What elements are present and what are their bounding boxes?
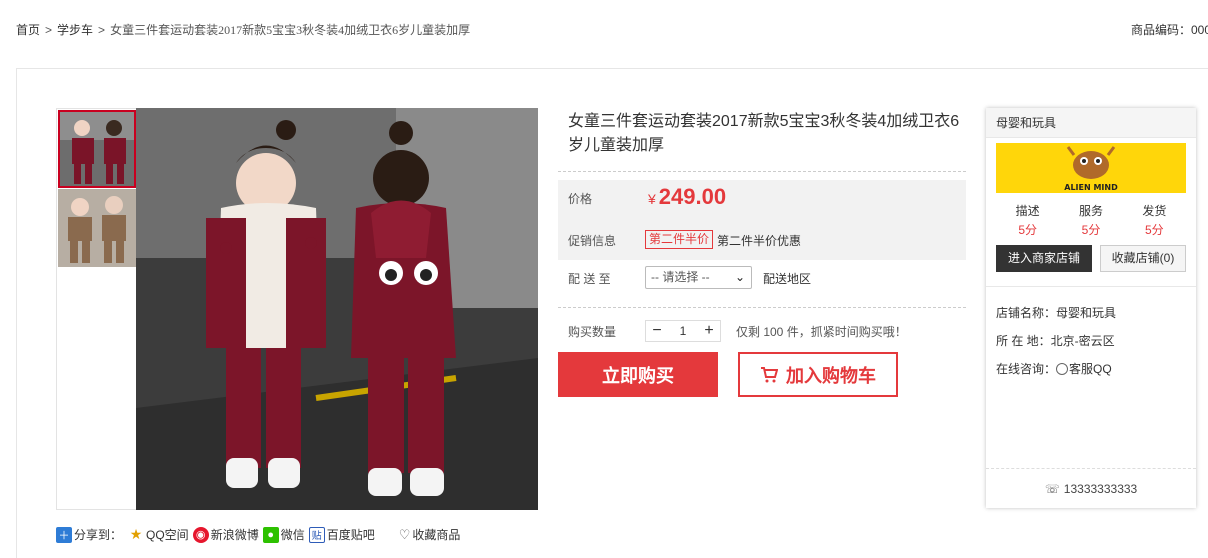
- star-icon: ★: [129, 526, 143, 542]
- share-label: 分享到：: [74, 528, 123, 542]
- phone-icon: ☏: [1044, 482, 1060, 496]
- promo-text: 第二件半价优惠: [717, 234, 802, 248]
- score-value: 5分: [1081, 223, 1101, 237]
- product-code: 商品编码：000: [1131, 23, 1208, 37]
- qq-icon: [1056, 363, 1069, 375]
- score-shipping: 发货 5分: [1142, 202, 1166, 238]
- wechat-icon: ●: [262, 526, 279, 543]
- store-consult-row: 在线咨询： 客服QQ: [996, 360, 1112, 377]
- delivery-label: 配 送 至: [568, 272, 611, 286]
- main-product-image: [136, 108, 538, 510]
- breadcrumb-category[interactable]: 学步车: [57, 23, 93, 37]
- shop-logo-text: ALIEN MIND: [1064, 183, 1118, 192]
- tieba-icon: 贴: [308, 526, 325, 543]
- add-to-cart-label: 加入购物车: [786, 365, 876, 386]
- thumbnail-list: [56, 108, 137, 510]
- share-weibo-label: 新浪微博: [210, 528, 259, 542]
- price-label: 价格: [568, 192, 593, 206]
- product-photo: [136, 108, 538, 510]
- phone-number: 13333333333: [1063, 482, 1138, 496]
- thumbnail-2[interactable]: [58, 189, 136, 267]
- delivery-select-value: -- 请选择 --: [651, 270, 710, 284]
- delivery-region: 配送地区: [763, 272, 812, 286]
- delivery-select[interactable]: -- 请选择 -- ⌄: [645, 266, 752, 289]
- add-to-cart-button[interactable]: 加入购物车: [738, 352, 898, 397]
- share-qzone[interactable]: ★ QQ空间: [128, 526, 189, 543]
- heart-icon: ♡: [398, 526, 411, 542]
- price-amount: 249.00: [658, 184, 727, 209]
- shop-card: 母婴和玩具 ALIEN MIND 描述 5分 服务 5分 发货 5分 进入商家店铺 收…: [986, 108, 1196, 508]
- quantity-label: 购买数量: [568, 325, 617, 339]
- store-name-row: 店铺名称：母婴和玩具: [996, 306, 1117, 320]
- score-description: 描述 5分: [1016, 202, 1040, 238]
- collect-store-button[interactable]: 收藏店铺(0): [1100, 245, 1186, 272]
- shop-name-header: 母婴和玩具: [986, 108, 1196, 138]
- breadcrumb-current: 女童三件套运动套装2017新款5宝宝3秋冬装4加绒卫衣6岁儿童装加厚: [110, 23, 471, 37]
- score-label: 发货: [1142, 204, 1167, 218]
- consult-label: 在线咨询：: [996, 362, 1057, 376]
- chevron-down-icon: ⌄: [734, 270, 745, 284]
- score-label: 服务: [1078, 204, 1103, 218]
- quantity-increase-button[interactable]: +: [698, 321, 720, 341]
- score-value: 5分: [1018, 223, 1037, 237]
- share-wechat-label: 微信: [280, 528, 305, 542]
- price-value: ¥249.00: [648, 184, 726, 210]
- quantity-decrease-button[interactable]: −: [646, 321, 668, 341]
- store-phone: ☏ 13333333333: [986, 482, 1196, 496]
- shop-logo[interactable]: ALIEN MIND: [996, 143, 1186, 193]
- share-tieba[interactable]: 贴百度贴吧: [308, 526, 375, 543]
- consult-qq-link[interactable]: 客服QQ: [1069, 362, 1112, 376]
- share-weibo[interactable]: ◉ 新浪微博: [192, 526, 259, 543]
- score-value: 5分: [1144, 223, 1164, 237]
- divider: [986, 286, 1196, 287]
- divider: [558, 307, 966, 308]
- weibo-icon: ◉: [192, 526, 209, 543]
- enter-store-button[interactable]: 进入商家店铺: [996, 245, 1092, 272]
- buy-now-button[interactable]: 立即购买: [558, 352, 718, 397]
- share-qzone-label: QQ空间: [146, 528, 189, 542]
- divider: [986, 468, 1196, 469]
- favorite-product[interactable]: ♡ 收藏商品: [399, 526, 461, 543]
- cart-icon: [761, 366, 778, 382]
- promo-tag: 第二件半价: [645, 230, 714, 249]
- divider: [558, 171, 966, 172]
- currency-symbol: ¥: [648, 191, 656, 207]
- promo-label: 促销信息: [568, 234, 617, 248]
- favorite-label: 收藏商品: [412, 528, 461, 542]
- shop-logo-image: ALIEN MIND: [996, 143, 1186, 193]
- breadcrumb: 首页 > 学步车 > 女童三件套运动套装2017新款5宝宝3秋冬装4加绒卫衣6岁儿童装加…: [16, 21, 470, 38]
- breadcrumb-separator: >: [98, 23, 106, 37]
- thumbnail-1-image: [58, 110, 136, 188]
- thumbnail-2-image: [58, 189, 136, 267]
- store-location-row: 所 在 地：北京-密云区: [996, 334, 1115, 348]
- score-label: 描述: [1015, 204, 1040, 218]
- shop-scores: 描述 5分 服务 5分 发货 5分: [996, 202, 1186, 238]
- breadcrumb-home[interactable]: 首页: [16, 23, 40, 37]
- product-title: 女童三件套运动套装2017新款5宝宝3秋冬装4加绒卫衣6岁儿童装加厚: [568, 113, 960, 154]
- breadcrumb-separator: >: [45, 23, 53, 37]
- share-tieba-label: 百度贴吧: [326, 528, 375, 542]
- stock-notice: 仅剩 100 件，抓紧时间购买哦！: [736, 325, 907, 339]
- score-service: 服务 5分: [1079, 202, 1103, 238]
- plus-icon: ＋: [56, 526, 72, 543]
- quantity-input[interactable]: 1: [668, 321, 698, 341]
- thumbnail-1[interactable]: [58, 110, 136, 188]
- top-bar: 首页 > 学步车 > 女童三件套运动套装2017新款5宝宝3秋冬装4加绒卫衣6岁儿童装加…: [0, 0, 1208, 58]
- share-wechat[interactable]: ● 微信: [262, 526, 305, 543]
- quantity-stepper: − 1 +: [645, 320, 721, 342]
- share-bar: ＋ 分享到： ★ QQ空间 ◉ 新浪微博 ● 微信 贴百度贴吧 ♡ 收藏商品: [56, 526, 464, 543]
